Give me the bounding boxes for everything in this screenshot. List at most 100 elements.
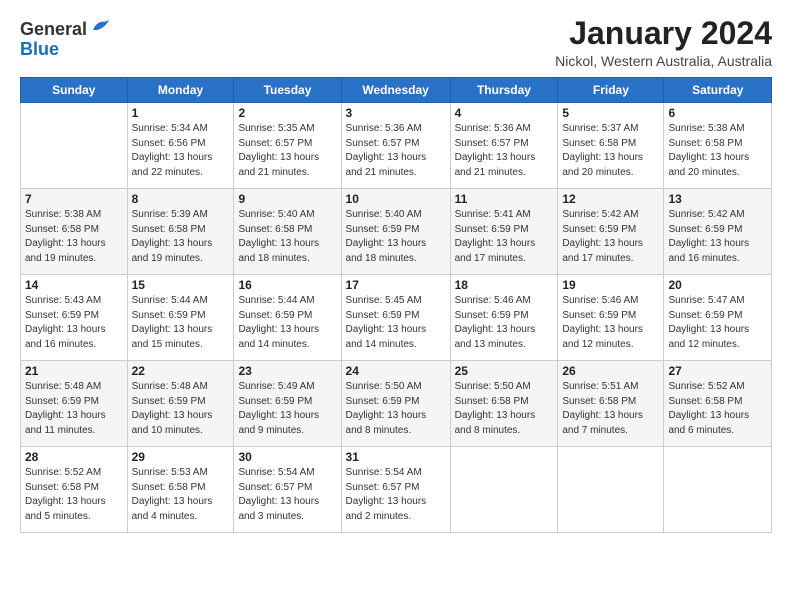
- day-number: 10: [346, 192, 446, 206]
- calendar-cell: 8 Sunrise: 5:39 AMSunset: 6:58 PMDaylight…: [127, 189, 234, 275]
- calendar-header-tuesday: Tuesday: [234, 78, 341, 103]
- day-info: Sunrise: 5:43 AMSunset: 6:59 PMDaylight:…: [25, 294, 123, 352]
- day-info: Sunrise: 5:54 AMSunset: 6:57 PMDaylight:…: [346, 466, 446, 524]
- day-info: Sunrise: 5:44 AMSunset: 6:59 PMDaylight:…: [132, 294, 230, 352]
- month-title: January 2024: [555, 16, 772, 51]
- calendar-cell: 22 Sunrise: 5:48 AMSunset: 6:59 PMDayligh…: [127, 361, 234, 447]
- day-info: Sunrise: 5:47 AMSunset: 6:59 PMDaylight:…: [668, 294, 767, 352]
- logo-bird-icon: [89, 16, 111, 38]
- day-info: Sunrise: 5:36 AMSunset: 6:57 PMDaylight:…: [455, 122, 554, 180]
- calendar-cell: 25 Sunrise: 5:50 AMSunset: 6:58 PMDayligh…: [450, 361, 558, 447]
- day-number: 9: [238, 192, 336, 206]
- day-info: Sunrise: 5:37 AMSunset: 6:58 PMDaylight:…: [562, 122, 659, 180]
- day-info: Sunrise: 5:44 AMSunset: 6:59 PMDaylight:…: [238, 294, 336, 352]
- calendar-cell: [21, 103, 128, 189]
- day-info: Sunrise: 5:45 AMSunset: 6:59 PMDaylight:…: [346, 294, 446, 352]
- calendar-cell: 14 Sunrise: 5:43 AMSunset: 6:59 PMDayligh…: [21, 275, 128, 361]
- day-info: Sunrise: 5:48 AMSunset: 6:59 PMDaylight:…: [132, 380, 230, 438]
- day-number: 19: [562, 278, 659, 292]
- calendar-header-wednesday: Wednesday: [341, 78, 450, 103]
- day-info: Sunrise: 5:51 AMSunset: 6:58 PMDaylight:…: [562, 380, 659, 438]
- day-number: 6: [668, 106, 767, 120]
- page: General Blue January 2024 Nickol, Wester…: [0, 0, 792, 612]
- day-number: 16: [238, 278, 336, 292]
- day-info: Sunrise: 5:39 AMSunset: 6:58 PMDaylight:…: [132, 208, 230, 266]
- day-info: Sunrise: 5:40 AMSunset: 6:59 PMDaylight:…: [346, 208, 446, 266]
- day-number: 18: [455, 278, 554, 292]
- calendar-header-monday: Monday: [127, 78, 234, 103]
- calendar-cell: 20 Sunrise: 5:47 AMSunset: 6:59 PMDayligh…: [664, 275, 772, 361]
- day-number: 25: [455, 364, 554, 378]
- day-number: 5: [562, 106, 659, 120]
- calendar-cell: 2 Sunrise: 5:35 AMSunset: 6:57 PMDaylight…: [234, 103, 341, 189]
- title-block: January 2024 Nickol, Western Australia, …: [555, 16, 772, 69]
- day-info: Sunrise: 5:42 AMSunset: 6:59 PMDaylight:…: [562, 208, 659, 266]
- calendar-cell: 16 Sunrise: 5:44 AMSunset: 6:59 PMDayligh…: [234, 275, 341, 361]
- calendar-week-4: 21 Sunrise: 5:48 AMSunset: 6:59 PMDayligh…: [21, 361, 772, 447]
- day-info: Sunrise: 5:52 AMSunset: 6:58 PMDaylight:…: [25, 466, 123, 524]
- calendar-header-row: SundayMondayTuesdayWednesdayThursdayFrid…: [21, 78, 772, 103]
- calendar-cell: 5 Sunrise: 5:37 AMSunset: 6:58 PMDaylight…: [558, 103, 664, 189]
- calendar-week-1: 1Sunrise: 5:34 AMSunset: 6:56 PMDaylight…: [21, 103, 772, 189]
- day-info: Sunrise: 5:46 AMSunset: 6:59 PMDaylight:…: [455, 294, 554, 352]
- calendar-header-friday: Friday: [558, 78, 664, 103]
- day-info: Sunrise: 5:54 AMSunset: 6:57 PMDaylight:…: [238, 466, 336, 524]
- day-number: 21: [25, 364, 123, 378]
- day-number: 13: [668, 192, 767, 206]
- calendar-cell: 21Sunrise: 5:48 AMSunset: 6:59 PMDayligh…: [21, 361, 128, 447]
- logo: General Blue: [20, 20, 111, 60]
- day-number: 24: [346, 364, 446, 378]
- calendar-table: SundayMondayTuesdayWednesdayThursdayFrid…: [20, 77, 772, 533]
- day-number: 12: [562, 192, 659, 206]
- day-info: Sunrise: 5:36 AMSunset: 6:57 PMDaylight:…: [346, 122, 446, 180]
- day-number: 4: [455, 106, 554, 120]
- day-info: Sunrise: 5:38 AMSunset: 6:58 PMDaylight:…: [25, 208, 123, 266]
- day-number: 14: [25, 278, 123, 292]
- calendar-cell: 3Sunrise: 5:36 AMSunset: 6:57 PMDaylight…: [341, 103, 450, 189]
- calendar-cell: 18 Sunrise: 5:46 AMSunset: 6:59 PMDayligh…: [450, 275, 558, 361]
- day-info: Sunrise: 5:53 AMSunset: 6:58 PMDaylight:…: [132, 466, 230, 524]
- day-number: 22: [132, 364, 230, 378]
- day-number: 2: [238, 106, 336, 120]
- day-info: Sunrise: 5:38 AMSunset: 6:58 PMDaylight:…: [668, 122, 767, 180]
- location-title: Nickol, Western Australia, Australia: [555, 53, 772, 69]
- calendar-week-5: 28 Sunrise: 5:52 AMSunset: 6:58 PMDayligh…: [21, 447, 772, 533]
- day-info: Sunrise: 5:41 AMSunset: 6:59 PMDaylight:…: [455, 208, 554, 266]
- day-number: 26: [562, 364, 659, 378]
- calendar-cell: 31 Sunrise: 5:54 AMSunset: 6:57 PMDayligh…: [341, 447, 450, 533]
- day-number: 23: [238, 364, 336, 378]
- calendar-cell: [450, 447, 558, 533]
- calendar-header-saturday: Saturday: [664, 78, 772, 103]
- day-number: 7: [25, 192, 123, 206]
- calendar-cell: 17 Sunrise: 5:45 AMSunset: 6:59 PMDayligh…: [341, 275, 450, 361]
- day-info: Sunrise: 5:42 AMSunset: 6:59 PMDaylight:…: [668, 208, 767, 266]
- day-number: 27: [668, 364, 767, 378]
- logo-blue-text: Blue: [20, 39, 59, 59]
- day-number: 31: [346, 450, 446, 464]
- calendar-cell: 19Sunrise: 5:46 AMSunset: 6:59 PMDayligh…: [558, 275, 664, 361]
- calendar-cell: [558, 447, 664, 533]
- day-number: 17: [346, 278, 446, 292]
- calendar-cell: 9Sunrise: 5:40 AMSunset: 6:58 PMDaylight…: [234, 189, 341, 275]
- calendar-cell: 28 Sunrise: 5:52 AMSunset: 6:58 PMDayligh…: [21, 447, 128, 533]
- calendar-cell: 30Sunrise: 5:54 AMSunset: 6:57 PMDayligh…: [234, 447, 341, 533]
- calendar-cell: 27Sunrise: 5:52 AMSunset: 6:58 PMDayligh…: [664, 361, 772, 447]
- day-number: 29: [132, 450, 230, 464]
- calendar-week-2: 7 Sunrise: 5:38 AMSunset: 6:58 PMDaylight…: [21, 189, 772, 275]
- calendar-cell: 10 Sunrise: 5:40 AMSunset: 6:59 PMDayligh…: [341, 189, 450, 275]
- day-info: Sunrise: 5:35 AMSunset: 6:57 PMDaylight:…: [238, 122, 336, 180]
- day-number: 8: [132, 192, 230, 206]
- calendar-cell: 24Sunrise: 5:50 AMSunset: 6:59 PMDayligh…: [341, 361, 450, 447]
- header: General Blue January 2024 Nickol, Wester…: [20, 16, 772, 69]
- calendar-header-sunday: Sunday: [21, 78, 128, 103]
- day-number: 15: [132, 278, 230, 292]
- day-info: Sunrise: 5:50 AMSunset: 6:58 PMDaylight:…: [455, 380, 554, 438]
- day-number: 20: [668, 278, 767, 292]
- calendar-header-thursday: Thursday: [450, 78, 558, 103]
- calendar-cell: 29 Sunrise: 5:53 AMSunset: 6:58 PMDayligh…: [127, 447, 234, 533]
- logo-general-text: General: [20, 20, 87, 40]
- calendar-cell: 7 Sunrise: 5:38 AMSunset: 6:58 PMDaylight…: [21, 189, 128, 275]
- calendar-cell: 6 Sunrise: 5:38 AMSunset: 6:58 PMDaylight…: [664, 103, 772, 189]
- calendar-week-3: 14 Sunrise: 5:43 AMSunset: 6:59 PMDayligh…: [21, 275, 772, 361]
- day-number: 28: [25, 450, 123, 464]
